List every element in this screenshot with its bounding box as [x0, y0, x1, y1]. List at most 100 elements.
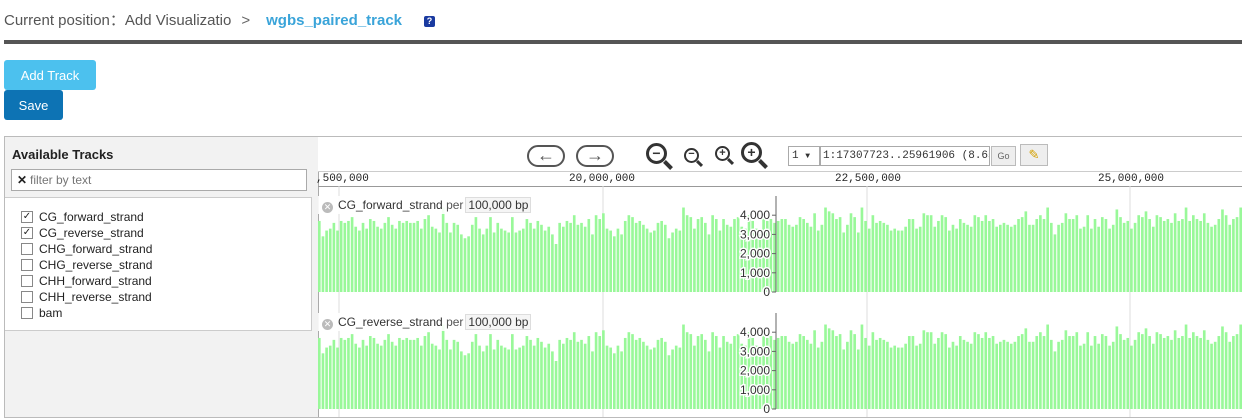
coverage-bar	[536, 220, 540, 292]
coverage-bar	[693, 345, 696, 409]
track-selector-panel: Available Tracks ✕ ✓ CG_forward_strand ✓ CG…	[5, 137, 319, 417]
coverage-bar	[529, 222, 532, 292]
coverage-bar	[864, 337, 867, 409]
coverage-bar	[1122, 222, 1126, 292]
coverage-bar	[831, 330, 835, 409]
track-list-item[interactable]: ✓ CG_forward_strand	[21, 209, 152, 225]
filter-input[interactable]	[30, 173, 290, 187]
coverage-bar	[478, 345, 481, 409]
coverage-bar	[1202, 213, 1206, 292]
ruler-label: 22,500,000	[835, 173, 902, 185]
track-checkbox[interactable]: ✓	[21, 211, 33, 223]
track-list-item[interactable]: bam	[21, 305, 152, 321]
coverage-bar	[1108, 228, 1111, 292]
add-track-button[interactable]: Add Track	[4, 60, 96, 90]
go-button[interactable]: Go	[991, 146, 1016, 166]
coverage-bar	[332, 222, 336, 292]
coverage-bar	[591, 351, 594, 409]
coverage-bar	[787, 341, 791, 409]
track-list-item[interactable]: ✓ CG_reverse_strand	[21, 225, 152, 241]
coverage-bar	[398, 220, 401, 292]
y-tick-label: 2,000	[740, 247, 770, 261]
coverage-bar	[977, 217, 980, 292]
coverage-bar	[1082, 343, 1086, 409]
coverage-bar	[489, 217, 492, 292]
breadcrumb-parent-link[interactable]: Add Visualizatio	[125, 12, 231, 29]
track-checkbox[interactable]	[21, 275, 33, 287]
coverage-bar	[649, 232, 653, 292]
coverage-bar	[554, 244, 558, 292]
coverage-bar	[460, 351, 463, 409]
track-label[interactable]: ✕ CG_forward_strand per 100,000 bp	[318, 196, 534, 214]
coverage-bar	[867, 345, 871, 409]
coverage-bar	[937, 337, 940, 409]
coverage-bar	[598, 336, 602, 409]
coverage-bar	[456, 224, 460, 292]
coverage-bar	[718, 347, 722, 409]
coverage-bar	[434, 228, 438, 292]
help-icon[interactable]: ?	[424, 16, 436, 27]
coverage-bar	[729, 343, 733, 409]
coverage-bar	[922, 330, 926, 409]
coverage-bar	[856, 349, 860, 409]
coverage-bar	[339, 220, 343, 292]
track-name: CG_forward_strand	[338, 198, 443, 212]
coverage-bar	[412, 339, 416, 409]
coverage-bar	[911, 219, 915, 292]
zoom-out-big-icon[interactable]: −	[646, 143, 674, 171]
track-list-item[interactable]: CHH_reverse_strand	[21, 289, 152, 305]
coverage-bar	[536, 337, 540, 409]
coverage-bar	[1115, 326, 1119, 409]
pan-left-icon[interactable]: ←	[527, 145, 565, 167]
track-checkbox[interactable]: ✓	[21, 227, 33, 239]
track-checkbox[interactable]	[21, 259, 33, 271]
zoom-in-big-icon[interactable]: +	[741, 142, 769, 170]
location-input[interactable]: 1:17307723..25961906 (8.65 Mb)	[820, 146, 990, 166]
pan-right-icon[interactable]: →	[576, 145, 614, 167]
coverage-bar	[1188, 337, 1192, 409]
coverage-bar	[871, 332, 875, 409]
coverage-bar	[1126, 220, 1130, 292]
zoom-in-icon[interactable]: +	[715, 146, 735, 166]
coverage-bar	[1155, 332, 1159, 409]
coverage-bar	[398, 337, 401, 409]
track-checkbox[interactable]	[21, 243, 33, 255]
chromosome-select[interactable]: 1 ▼	[788, 146, 820, 166]
save-button[interactable]: Save	[4, 90, 63, 120]
coverage-bar	[955, 228, 958, 292]
coverage-bar	[419, 345, 423, 409]
coverage-bar	[878, 337, 882, 409]
coverage-bar	[470, 341, 474, 409]
track-list-item[interactable]: CHG_forward_strand	[21, 241, 152, 257]
tracks-svg: 4,000 3,000 2,000 1,000 0 4,000 3,000 2,000 1,00…	[318, 186, 1242, 417]
coverage-bar	[918, 226, 922, 292]
highlight-icon[interactable]: ✎	[1020, 144, 1048, 166]
clear-filter-icon[interactable]: ✕	[14, 170, 30, 190]
track-list-item[interactable]: CHG_reverse_strand	[21, 257, 152, 273]
coverage-bar	[401, 339, 405, 409]
coverage-bar	[1042, 336, 1046, 409]
track-list-item[interactable]: CHH_forward_strand	[21, 273, 152, 289]
coverage-bar	[1159, 217, 1162, 292]
coverage-bar	[507, 349, 511, 409]
coverage-bar	[409, 222, 412, 292]
coverage-bar	[835, 219, 838, 292]
close-track-icon[interactable]: ✕	[322, 202, 333, 213]
coverage-bar	[1002, 339, 1006, 409]
coverage-bar	[321, 353, 325, 409]
coverage-bar	[565, 337, 569, 409]
coverage-bar	[485, 345, 489, 409]
close-track-icon[interactable]: ✕	[322, 319, 333, 330]
coverage-bar	[795, 341, 798, 409]
coverage-bar	[365, 345, 368, 409]
zoom-out-icon[interactable]: −	[684, 148, 704, 168]
track-checkbox[interactable]	[21, 307, 33, 319]
coverage-bar	[1093, 219, 1097, 292]
coverage-bar	[1217, 219, 1221, 292]
coverage-bar	[704, 222, 707, 292]
track-checkbox[interactable]	[21, 291, 33, 303]
coverage-bar	[609, 347, 612, 409]
track-label[interactable]: ✕ CG_reverse_strand per 100,000 bp	[318, 313, 534, 331]
track-unit: 100,000 bp	[465, 314, 532, 330]
coverage-bar	[940, 215, 944, 292]
